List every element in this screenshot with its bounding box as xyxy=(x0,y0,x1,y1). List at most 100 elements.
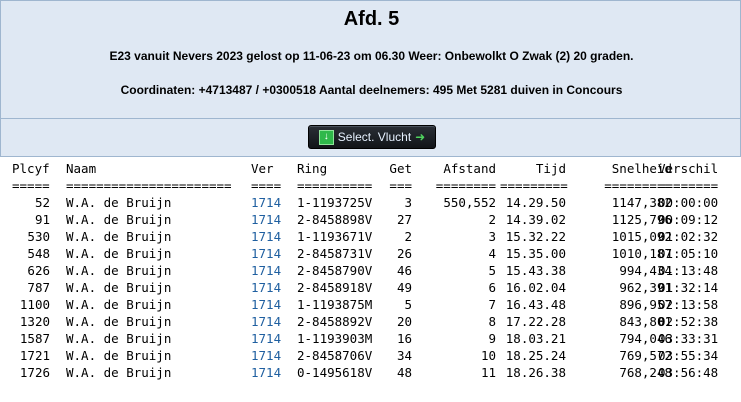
sep-ver: ==== xyxy=(251,178,282,193)
cell-snelheid: 962,391 xyxy=(619,280,672,295)
cell-get: 34 xyxy=(396,348,412,363)
table-header: Plcyf Naam Ver Ring Get Afstand Tijd Sne… xyxy=(0,160,741,177)
page-title: Afd. 5 xyxy=(343,8,400,30)
sep-naam: ====================== xyxy=(66,178,232,193)
cell-verschil: 00:00:00 xyxy=(658,195,719,210)
cell-tijd: 16.43.48 xyxy=(505,297,566,312)
cell-afstand: 9 xyxy=(488,331,496,346)
cell-afstand: 11 xyxy=(480,365,496,380)
cell-verschil: 01:13:48 xyxy=(658,263,719,278)
cell-ring: 2-8458892V xyxy=(297,314,373,329)
col-tijd: Tijd xyxy=(535,161,566,176)
cell-tijd: 15.43.38 xyxy=(505,263,566,278)
cell-ver-link[interactable]: 1714 xyxy=(251,228,281,245)
cell-afstand: 3 xyxy=(488,229,496,244)
sep-afstand: ======== xyxy=(435,178,496,193)
cell-afstand: 6 xyxy=(488,280,496,295)
col-verschil: Verschil xyxy=(658,161,719,176)
col-afstand: Afstand xyxy=(443,161,496,176)
cell-get: 20 xyxy=(396,314,412,329)
table-row: 626 W.A. de Bruijn 1714 2-8458790V 46 5 15.43.… xyxy=(0,262,741,279)
cell-snelheid: 1125,796 xyxy=(611,212,672,227)
sep-ring: ========== xyxy=(297,178,373,193)
cell-get: 26 xyxy=(396,246,412,261)
table-row: 1320 W.A. de Bruijn 1714 2-8458892V 20 8 17.22… xyxy=(0,313,741,330)
header-separator: ===== ====================== ==== ======… xyxy=(0,177,741,194)
cell-ver-link[interactable]: 1714 xyxy=(251,279,281,296)
cell-plcyf: 1587 xyxy=(19,331,50,346)
cell-snelheid: 769,572 xyxy=(619,348,672,363)
cell-get: 16 xyxy=(396,331,412,346)
table-row: 91 W.A. de Bruijn 1714 2-8458898V 27 2 14.39.0… xyxy=(0,211,741,228)
cell-verschil: 02:13:58 xyxy=(658,297,719,312)
cell-plcyf: 91 xyxy=(34,212,50,227)
cell-naam: W.A. de Bruijn xyxy=(66,263,172,278)
cell-verschil: 03:33:31 xyxy=(658,331,719,346)
sep-tijd: ========= xyxy=(500,178,568,193)
arrow-right-icon: ➜ xyxy=(415,130,426,144)
cell-verschil: 02:52:38 xyxy=(658,314,719,329)
cell-naam: W.A. de Bruijn xyxy=(66,348,172,363)
cell-tijd: 18.26.38 xyxy=(505,365,566,380)
cell-ring: 2-8458731V xyxy=(297,246,373,261)
sep-get: === xyxy=(389,178,412,193)
cell-tijd: 18.03.21 xyxy=(505,331,566,346)
cell-ver-link[interactable]: 1714 xyxy=(251,313,281,330)
col-snelheid: Snelheid xyxy=(611,161,672,176)
table-row: 530 W.A. de Bruijn 1714 1-1193671V 2 3 15.32.2… xyxy=(0,228,741,245)
cell-ver-link[interactable]: 1714 xyxy=(251,194,281,211)
cell-ver-link[interactable]: 1714 xyxy=(251,296,281,313)
cell-verschil: 01:02:32 xyxy=(658,229,719,244)
cell-naam: W.A. de Bruijn xyxy=(66,314,172,329)
col-plcyf: Plcyf xyxy=(12,161,50,176)
cell-plcyf: 530 xyxy=(27,229,50,244)
cell-snelheid: 1147,382 xyxy=(611,195,672,210)
cell-afstand: 10 xyxy=(480,348,496,363)
cell-tijd: 14.29.50 xyxy=(505,195,566,210)
cell-plcyf: 787 xyxy=(27,280,50,295)
cell-snelheid: 896,957 xyxy=(619,297,672,312)
cell-snelheid: 768,248 xyxy=(619,365,672,380)
cell-ver-link[interactable]: 1714 xyxy=(251,245,281,262)
cell-snelheid: 843,801 xyxy=(619,314,672,329)
cell-ring: 0-1495618V xyxy=(297,365,373,380)
cell-ring: 2-8458706V xyxy=(297,348,373,363)
race-coordinates: Coordinaten: +4713487 / +0300518 Aantal … xyxy=(120,83,623,97)
cell-ring: 1-1193903M xyxy=(297,331,373,346)
cell-plcyf: 1320 xyxy=(19,314,50,329)
sep-verschil: ======== xyxy=(658,178,719,193)
cell-afstand: 7 xyxy=(488,297,496,312)
cell-ring: 2-8458898V xyxy=(297,212,373,227)
cell-afstand: 2 xyxy=(488,212,496,227)
select-flight-label: Select. Vlucht xyxy=(337,130,412,144)
table-row: 1726 W.A. de Bruijn 1714 0-1495618V 48 11 18.2… xyxy=(0,364,741,381)
cell-naam: W.A. de Bruijn xyxy=(66,212,172,227)
cell-ring: 1-1193671V xyxy=(297,229,373,244)
table-row: 787 W.A. de Bruijn 1714 2-8458918V 49 6 16.02.… xyxy=(0,279,741,296)
cell-get: 2 xyxy=(404,229,412,244)
cell-afstand: 550,552 xyxy=(443,195,496,210)
cell-naam: W.A. de Bruijn xyxy=(66,195,172,210)
sep-plcyf: ===== xyxy=(12,178,50,193)
cell-naam: W.A. de Bruijn xyxy=(66,280,172,295)
cell-plcyf: 1100 xyxy=(19,297,50,312)
cell-tijd: 18.25.24 xyxy=(505,348,566,363)
cell-ver-link[interactable]: 1714 xyxy=(251,262,281,279)
cell-verschil: 03:55:34 xyxy=(658,348,719,363)
select-flight-button[interactable]: ↓ Select. Vlucht ➜ xyxy=(308,125,436,149)
table-row: 52 W.A. de Bruijn 1714 1-1193725V 3 550,552 14… xyxy=(0,194,741,211)
cell-ver-link[interactable]: 1714 xyxy=(251,211,281,228)
cell-tijd: 15.35.00 xyxy=(505,246,566,261)
download-icon: ↓ xyxy=(318,129,334,145)
cell-ring: 2-8458918V xyxy=(297,280,373,295)
cell-ver-link[interactable]: 1714 xyxy=(251,330,281,347)
cell-ring: 1-1193875M xyxy=(297,297,373,312)
cell-tijd: 16.02.04 xyxy=(505,280,566,295)
cell-ring: 1-1193725V xyxy=(297,195,373,210)
cell-ver-link[interactable]: 1714 xyxy=(251,364,281,381)
cell-ver-link[interactable]: 1714 xyxy=(251,347,281,364)
cell-snelheid: 794,046 xyxy=(619,331,672,346)
cell-naam: W.A. de Bruijn xyxy=(66,297,172,312)
cell-get: 49 xyxy=(396,280,412,295)
table-row: 1721 W.A. de Bruijn 1714 2-8458706V 34 10 18.2… xyxy=(0,347,741,364)
